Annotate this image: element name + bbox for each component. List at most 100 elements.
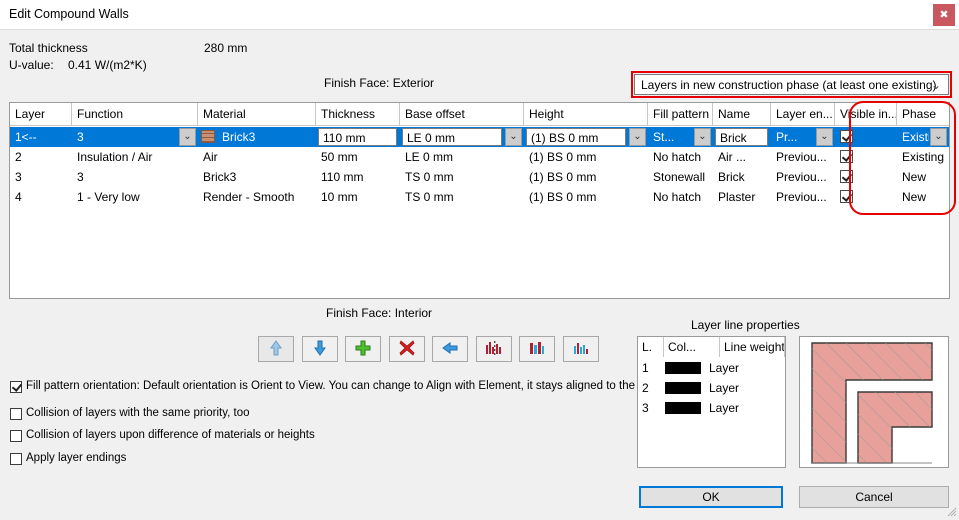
cell-layer-ending[interactable]: Pr... [771, 127, 815, 147]
function-dropdown-chevron-down-icon[interactable]: ⌄ [179, 128, 196, 146]
layer-line-properties-table[interactable]: L. Col... Line weight 1 Layer 2 Layer 3 Layer [637, 336, 786, 468]
height-input[interactable]: (1) BS 0 mm [526, 128, 626, 146]
cell-phase[interactable]: New [897, 167, 949, 187]
base-offset-input[interactable]: LE 0 mm [402, 128, 502, 146]
fill-pattern-orientation-checkbox[interactable] [10, 381, 22, 393]
cell-material[interactable]: Brick3 [217, 127, 316, 147]
merge-regions-button[interactable] [519, 336, 555, 362]
fill-pattern-dropdown-chevron-down-icon[interactable]: ⌄ [694, 128, 711, 146]
collision-same-priority-label: Collision of layers with the same priori… [26, 407, 250, 419]
cell-function[interactable]: 3 [72, 167, 198, 187]
llp-color-swatch[interactable] [665, 362, 701, 374]
cell-layer-ending[interactable]: Previou... [771, 147, 835, 167]
column-header-phase[interactable]: Phase [897, 103, 949, 126]
delete-layer-button[interactable] [389, 336, 425, 362]
cell-name[interactable]: Plaster [713, 187, 771, 207]
visible-in-checkbox[interactable] [840, 150, 853, 163]
add-layer-button[interactable] [345, 336, 381, 362]
column-header-material[interactable]: Material [198, 103, 316, 126]
cell-layer-ending[interactable]: Previou... [771, 167, 835, 187]
arrow-up-icon [259, 339, 293, 357]
phase-filter-dropdown[interactable]: Layers in new construction phase (at lea… [634, 74, 949, 95]
layers-table[interactable]: Layer Function Material Thickness Base offse… [9, 102, 950, 299]
table-row[interactable]: 1<-- 3 ⌄ Brick3 110 mm LE 0 mm ⌄ (1) BS 0 mm ⌄ St… [10, 127, 949, 147]
column-header-height[interactable]: Height [524, 103, 648, 126]
llp-column-header-l[interactable]: L. [638, 337, 664, 357]
column-header-visible-in[interactable]: Visible in... [835, 103, 897, 126]
cell-base-offset[interactable]: TS 0 mm [400, 167, 524, 187]
resize-grip[interactable] [945, 505, 957, 517]
cell-thickness[interactable]: 50 mm [316, 147, 400, 167]
wall-preview [799, 336, 949, 468]
column-header-base-offset[interactable]: Base offset [400, 103, 524, 126]
cell-material[interactable]: Brick3 [198, 167, 316, 187]
cell-layer[interactable]: 4 [10, 187, 72, 207]
move-layer-left-button[interactable] [432, 336, 468, 362]
name-input[interactable]: Brick [715, 128, 768, 146]
llp-line-weight[interactable]: Layer [705, 359, 783, 377]
visible-in-checkbox[interactable] [840, 170, 853, 183]
table-row[interactable]: 41 - Very low Render - Smooth 10 mm TS 0 mm… [10, 187, 949, 207]
apply-layer-endings-checkbox[interactable] [10, 453, 22, 465]
arrow-left-icon [433, 339, 467, 357]
cell-height[interactable]: (1) BS 0 mm [524, 187, 648, 207]
cell-fill-pattern[interactable]: No hatch [648, 147, 713, 167]
llp-column-header-line-weight[interactable]: Line weight [720, 337, 785, 357]
cell-function[interactable]: 1 - Very low [72, 187, 198, 207]
table-row[interactable]: 3 3 Brick3 110 mm TS 0 mm (1) BS 0 mm Stonewal… [10, 167, 949, 187]
cell-fill-pattern[interactable]: No hatch [648, 187, 713, 207]
cell-material[interactable]: Render - Smooth [198, 187, 316, 207]
cell-height[interactable]: (1) BS 0 mm [524, 147, 648, 167]
column-header-thickness[interactable]: Thickness [316, 103, 400, 126]
cell-material[interactable]: Air [198, 147, 316, 167]
split-region-button[interactable] [476, 336, 512, 362]
cell-phase[interactable]: Existing [897, 147, 949, 167]
column-header-function[interactable]: Function [72, 103, 198, 126]
height-dropdown-chevron-down-icon[interactable]: ⌄ [629, 128, 646, 146]
cell-base-offset[interactable]: LE 0 mm [400, 147, 524, 167]
cell-fill-pattern[interactable]: St... [648, 127, 693, 147]
cell-thickness[interactable]: 10 mm [316, 187, 400, 207]
cell-layer[interactable]: 2 [10, 147, 72, 167]
cell-phase[interactable]: New [897, 187, 949, 207]
cell-name[interactable]: Brick [713, 167, 771, 187]
column-header-name[interactable]: Name [713, 103, 771, 126]
cell-layer-ending[interactable]: Previou... [771, 187, 835, 207]
close-icon[interactable]: ✖ [933, 4, 955, 26]
column-header-fill-pattern[interactable]: Fill pattern [648, 103, 713, 126]
move-layer-down-button[interactable] [302, 336, 338, 362]
cell-base-offset[interactable]: TS 0 mm [400, 187, 524, 207]
ok-button[interactable]: OK [639, 486, 783, 508]
llp-line-weight[interactable]: Layer [705, 399, 783, 417]
llp-row-index: 1 [642, 361, 649, 375]
cell-function[interactable]: Insulation / Air [72, 147, 198, 167]
llp-column-header-col[interactable]: Col... [664, 337, 720, 357]
collision-same-priority-checkbox[interactable] [10, 408, 22, 420]
layer-ending-dropdown-chevron-down-icon[interactable]: ⌄ [816, 128, 833, 146]
phase-dropdown-chevron-down-icon[interactable]: ⌄ [930, 128, 947, 146]
modify-region-icon [564, 339, 598, 357]
column-header-layer-en[interactable]: Layer en... [771, 103, 835, 126]
thickness-input[interactable]: 110 mm [318, 128, 397, 146]
cell-height[interactable]: (1) BS 0 mm [524, 167, 648, 187]
column-header-layer[interactable]: Layer [10, 103, 72, 126]
cell-fill-pattern[interactable]: Stonewall [648, 167, 713, 187]
cell-layer[interactable]: 3 [10, 167, 72, 187]
visible-in-checkbox[interactable] [840, 190, 853, 203]
split-region-icon [477, 339, 511, 357]
cancel-button[interactable]: Cancel [799, 486, 949, 508]
cell-thickness[interactable]: 110 mm [316, 167, 400, 187]
llp-color-swatch[interactable] [665, 402, 701, 414]
collision-material-height-checkbox[interactable] [10, 430, 22, 442]
base-offset-dropdown-chevron-down-icon[interactable]: ⌄ [505, 128, 522, 146]
modify-region-button[interactable] [563, 336, 599, 362]
llp-line-weight[interactable]: Layer [705, 379, 783, 397]
llp-row-index: 3 [642, 401, 649, 415]
cell-phase[interactable]: Existing [897, 127, 929, 147]
phase-filter-value: Layers in new construction phase (at lea… [641, 78, 937, 92]
table-row[interactable]: 2 Insulation / Air Air 50 mm LE 0 mm (1) BS 0… [10, 147, 949, 167]
visible-in-checkbox[interactable] [840, 130, 853, 143]
llp-color-swatch[interactable] [665, 382, 701, 394]
cell-name[interactable]: Air ... [713, 147, 771, 167]
cell-function[interactable]: 3 [72, 127, 178, 147]
